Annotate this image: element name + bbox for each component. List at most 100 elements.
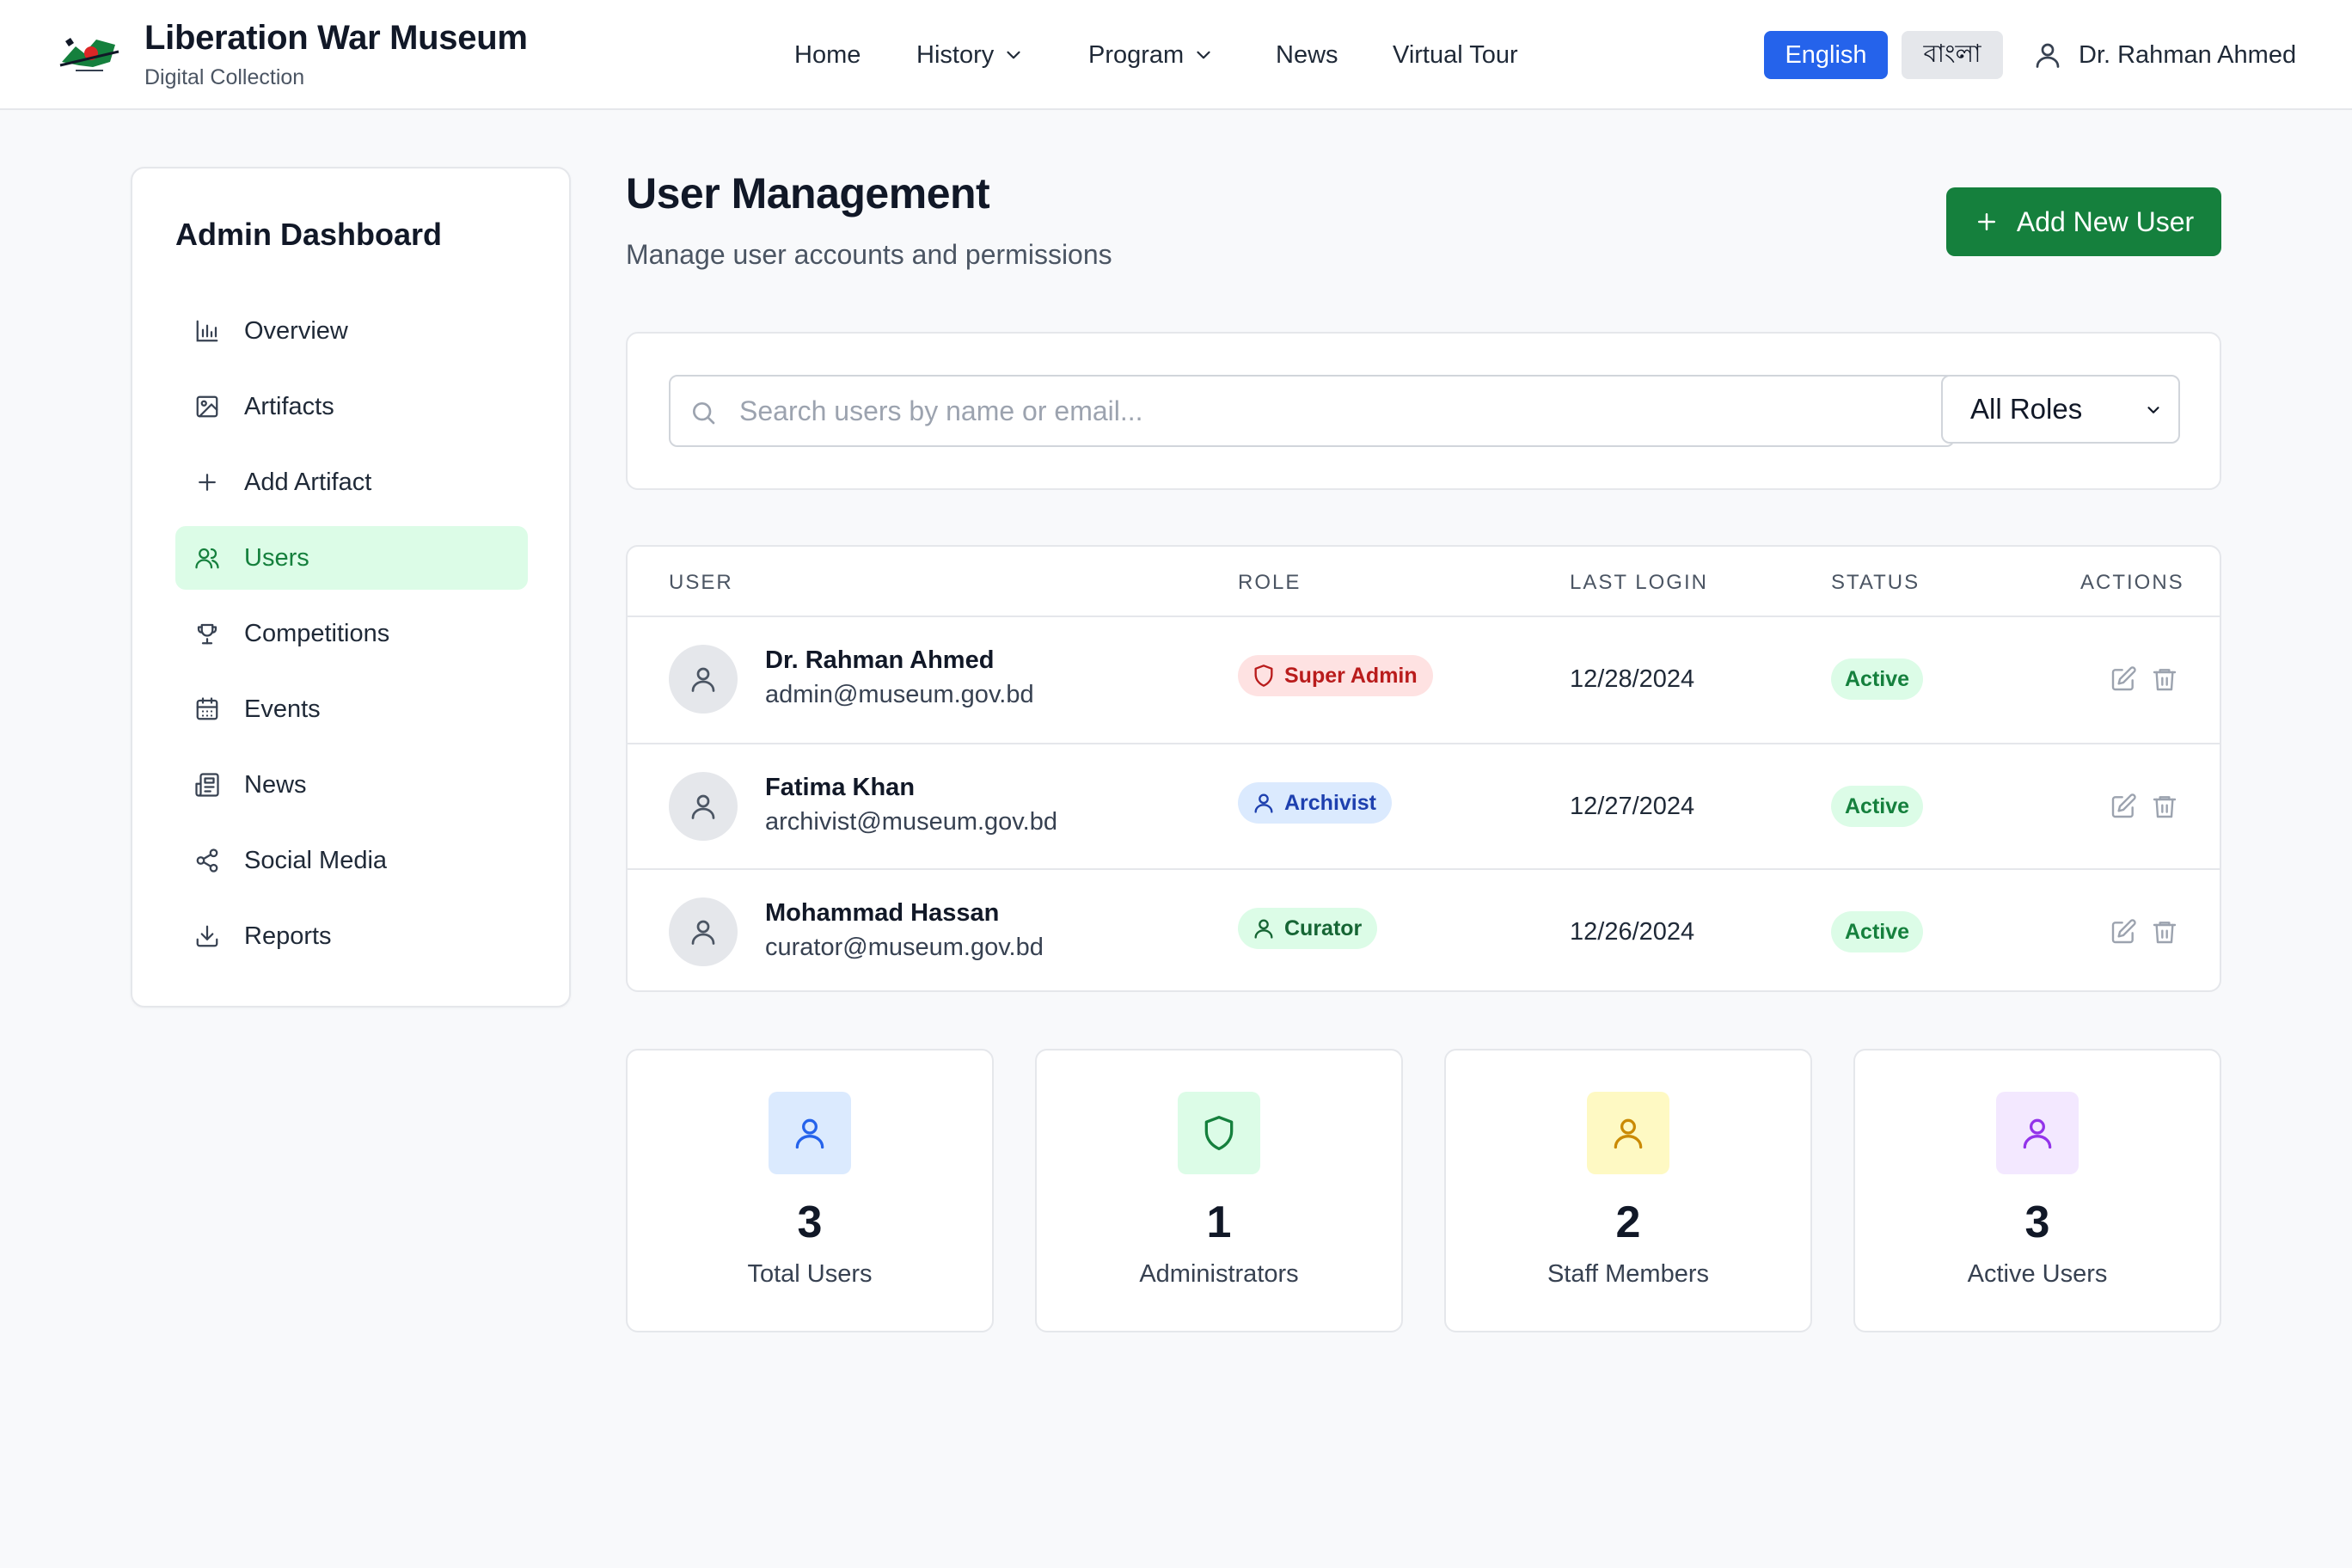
user-icon bbox=[691, 920, 715, 945]
sidebar-item-users[interactable]: Users bbox=[175, 526, 528, 590]
museum-logo-icon[interactable] bbox=[58, 28, 120, 79]
role-filter-select[interactable]: All Roles bbox=[1941, 375, 2180, 444]
column-header-user: USER bbox=[669, 571, 733, 594]
stat-value: 1 bbox=[1206, 1197, 1232, 1247]
sidebar-item-label: Add Artifact bbox=[244, 468, 372, 496]
stat-card-total-users: 3 Total Users bbox=[626, 1049, 994, 1332]
user-email: curator@museum.gov.bd bbox=[765, 934, 1044, 961]
role-label: Curator bbox=[1284, 916, 1363, 940]
last-login: 12/28/2024 bbox=[1570, 665, 1695, 693]
user-email: admin@museum.gov.bd bbox=[765, 681, 1034, 708]
trash-icon[interactable] bbox=[2151, 918, 2178, 946]
search-input[interactable] bbox=[739, 389, 1934, 433]
download-icon bbox=[196, 925, 218, 947]
sidebar-item-label: News bbox=[244, 770, 307, 799]
user-email: archivist@museum.gov.bd bbox=[765, 808, 1057, 836]
sidebar-item-news[interactable]: News bbox=[175, 753, 528, 817]
nav-home[interactable]: Home bbox=[794, 40, 861, 70]
nav-news-label: News bbox=[1276, 40, 1338, 69]
sidebar-item-label: Artifacts bbox=[244, 392, 334, 420]
stat-label: Total Users bbox=[747, 1260, 873, 1288]
stat-icon-box bbox=[1996, 1092, 2079, 1174]
sidebar-item-label: Competitions bbox=[244, 619, 390, 647]
search-icon bbox=[693, 402, 715, 425]
nav-home-label: Home bbox=[794, 40, 861, 69]
sidebar-item-label: Social Media bbox=[244, 846, 388, 874]
status-badge: Active bbox=[1831, 786, 1924, 827]
edit-icon[interactable] bbox=[2110, 793, 2137, 820]
last-login: 12/26/2024 bbox=[1570, 918, 1695, 946]
role-badge: Archivist bbox=[1238, 782, 1392, 824]
page-title: User Management bbox=[626, 169, 990, 217]
nav-virtual-tour-label: Virtual Tour bbox=[1393, 40, 1518, 69]
table-row: Mohammad Hassan curator@museum.gov.bd Cu… bbox=[628, 868, 2220, 990]
sidebar-item-label: Reports bbox=[244, 922, 332, 950]
stat-label: Administrators bbox=[1139, 1260, 1299, 1288]
column-header-last-login: LAST LOGIN bbox=[1570, 571, 1708, 594]
avatar bbox=[669, 772, 738, 841]
plus-icon bbox=[1977, 213, 1995, 230]
stat-card-staff-members: 2 Staff Members bbox=[1444, 1049, 1812, 1332]
shield-icon bbox=[1204, 1116, 1234, 1150]
language-bangla-button[interactable]: বাংলা bbox=[1902, 31, 2003, 79]
nav-history-label: History bbox=[916, 40, 995, 69]
trash-icon[interactable] bbox=[2151, 793, 2178, 820]
user-icon bbox=[691, 794, 715, 819]
nav-virtual-tour[interactable]: Virtual Tour bbox=[1393, 40, 1518, 70]
chevron-down-icon bbox=[1197, 51, 1210, 59]
role-filter-value: All Roles bbox=[1970, 393, 2083, 425]
edit-icon[interactable] bbox=[2110, 665, 2137, 693]
user-icon bbox=[1614, 1118, 1643, 1149]
users-icon bbox=[195, 548, 219, 569]
status-badge: Active bbox=[1831, 658, 1924, 700]
trophy-icon bbox=[197, 623, 217, 645]
sidebar-item-artifacts[interactable]: Artifacts bbox=[175, 375, 528, 438]
column-header-status: STATUS bbox=[1831, 571, 1920, 594]
sidebar-item-events[interactable]: Events bbox=[175, 677, 528, 741]
avatar bbox=[669, 897, 738, 966]
admin-sidebar: Admin Dashboard Overview Artifacts Add A… bbox=[131, 167, 571, 1008]
shield-icon bbox=[1254, 665, 1273, 687]
search-box[interactable] bbox=[669, 375, 1955, 447]
nav-program[interactable]: Program bbox=[1088, 40, 1215, 70]
sidebar-item-add-artifact[interactable]: Add Artifact bbox=[175, 450, 528, 514]
site-title[interactable]: Liberation War Museum bbox=[144, 19, 528, 58]
column-header-role: ROLE bbox=[1238, 571, 1302, 594]
users-table: USER ROLE LAST LOGIN STATUS ACTIONS Dr. … bbox=[626, 545, 2221, 992]
stat-card-active-users: 3 Active Users bbox=[1853, 1049, 2221, 1332]
add-new-user-button[interactable]: Add New User bbox=[1946, 187, 2221, 256]
bar-chart-icon bbox=[196, 320, 218, 342]
user-icon bbox=[2036, 43, 2060, 68]
sidebar-item-label: Overview bbox=[244, 316, 348, 345]
nav-history[interactable]: History bbox=[916, 40, 1025, 70]
user-icon bbox=[2023, 1118, 2052, 1149]
stat-label: Staff Members bbox=[1547, 1260, 1710, 1288]
sidebar-item-competitions[interactable]: Competitions bbox=[175, 602, 528, 665]
last-login: 12/27/2024 bbox=[1570, 793, 1695, 820]
stat-value: 3 bbox=[797, 1197, 823, 1247]
newspaper-icon bbox=[195, 773, 219, 797]
trash-icon[interactable] bbox=[2151, 665, 2178, 693]
user-name: Dr. Rahman Ahmed bbox=[765, 646, 995, 674]
role-badge: Super Admin bbox=[1238, 655, 1433, 696]
chevron-down-icon bbox=[2147, 407, 2159, 413]
language-english-button[interactable]: English bbox=[1764, 31, 1888, 79]
sidebar-item-reports[interactable]: Reports bbox=[175, 904, 528, 968]
user-menu[interactable]: Dr. Rahman Ahmed bbox=[2032, 36, 2296, 74]
sidebar-item-overview[interactable]: Overview bbox=[175, 299, 528, 363]
user-icon bbox=[1254, 793, 1273, 813]
table-row: Fatima Khan archivist@museum.gov.bd Arch… bbox=[628, 743, 2220, 868]
role-badge: Curator bbox=[1238, 908, 1378, 949]
share-icon bbox=[196, 848, 218, 873]
status-badge: Active bbox=[1831, 911, 1924, 952]
edit-icon[interactable] bbox=[2110, 918, 2137, 946]
role-label: Super Admin bbox=[1284, 663, 1418, 688]
nav-news[interactable]: News bbox=[1276, 40, 1338, 70]
top-header: Liberation War Museum Digital Collection… bbox=[0, 0, 2352, 110]
stat-value: 2 bbox=[1615, 1197, 1641, 1247]
page-subtitle: Manage user accounts and permissions bbox=[626, 239, 1112, 270]
stat-value: 3 bbox=[2024, 1197, 2050, 1247]
sidebar-item-social-media[interactable]: Social Media bbox=[175, 829, 528, 892]
user-name: Fatima Khan bbox=[765, 774, 916, 801]
stat-icon-box bbox=[1587, 1092, 1669, 1174]
